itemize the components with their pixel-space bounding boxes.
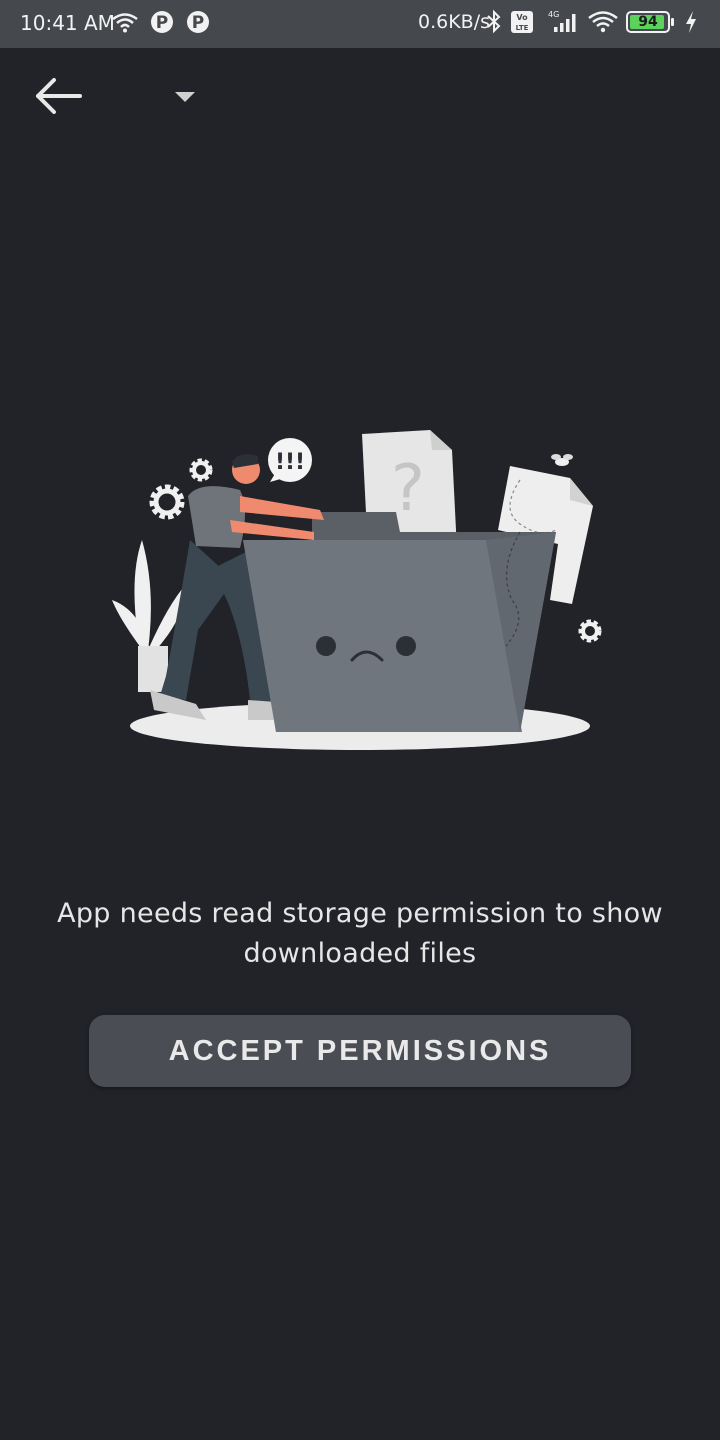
battery-level: 94 xyxy=(638,14,658,30)
parking-app-icon: P xyxy=(187,11,209,33)
gear-icon xyxy=(578,619,602,643)
folder-front xyxy=(243,540,522,732)
wifi-icon xyxy=(112,13,138,33)
charging-icon xyxy=(686,11,696,33)
svg-text:P: P xyxy=(192,13,204,33)
status-bar: 10:41 AM P P 0.6KB/s Vo LTE 4G 94 xyxy=(0,0,720,48)
back-button[interactable] xyxy=(30,74,90,118)
gear-icon xyxy=(149,484,185,520)
status-time: 10:41 AM xyxy=(20,11,115,35)
fly-icon xyxy=(551,454,573,466)
svg-text:LTE: LTE xyxy=(516,24,529,32)
volte-icon: Vo LTE xyxy=(511,11,533,33)
signal-4g-icon: 4G xyxy=(548,10,576,32)
arrow-left-icon xyxy=(36,78,82,114)
status-left-icons: P P xyxy=(112,10,210,36)
bluetooth-icon xyxy=(487,9,501,34)
gear-icon xyxy=(189,458,213,482)
status-right-icons: Vo LTE 4G 94 xyxy=(486,9,698,35)
svg-text:4G: 4G xyxy=(548,10,559,19)
svg-text:Vo: Vo xyxy=(516,13,528,22)
wifi-icon xyxy=(588,11,618,33)
svg-text:P: P xyxy=(156,13,168,33)
parking-app-icon: P xyxy=(151,11,173,33)
permission-message: App needs read storage permission to sho… xyxy=(57,898,663,969)
battery-icon: 94 xyxy=(626,11,674,33)
speech-bubble-icon: !!! xyxy=(268,438,312,482)
dropdown-button[interactable] xyxy=(168,84,202,110)
speech-bubble-text: !!! xyxy=(275,450,305,475)
toolbar xyxy=(0,48,720,144)
accept-permissions-button[interactable]: ACCEPT PERMISSIONS xyxy=(89,1015,631,1087)
caret-down-icon xyxy=(175,92,195,102)
network-speed: 0.6KB/s xyxy=(418,11,491,33)
empty-folder-illustration: ? !!! xyxy=(112,430,602,750)
